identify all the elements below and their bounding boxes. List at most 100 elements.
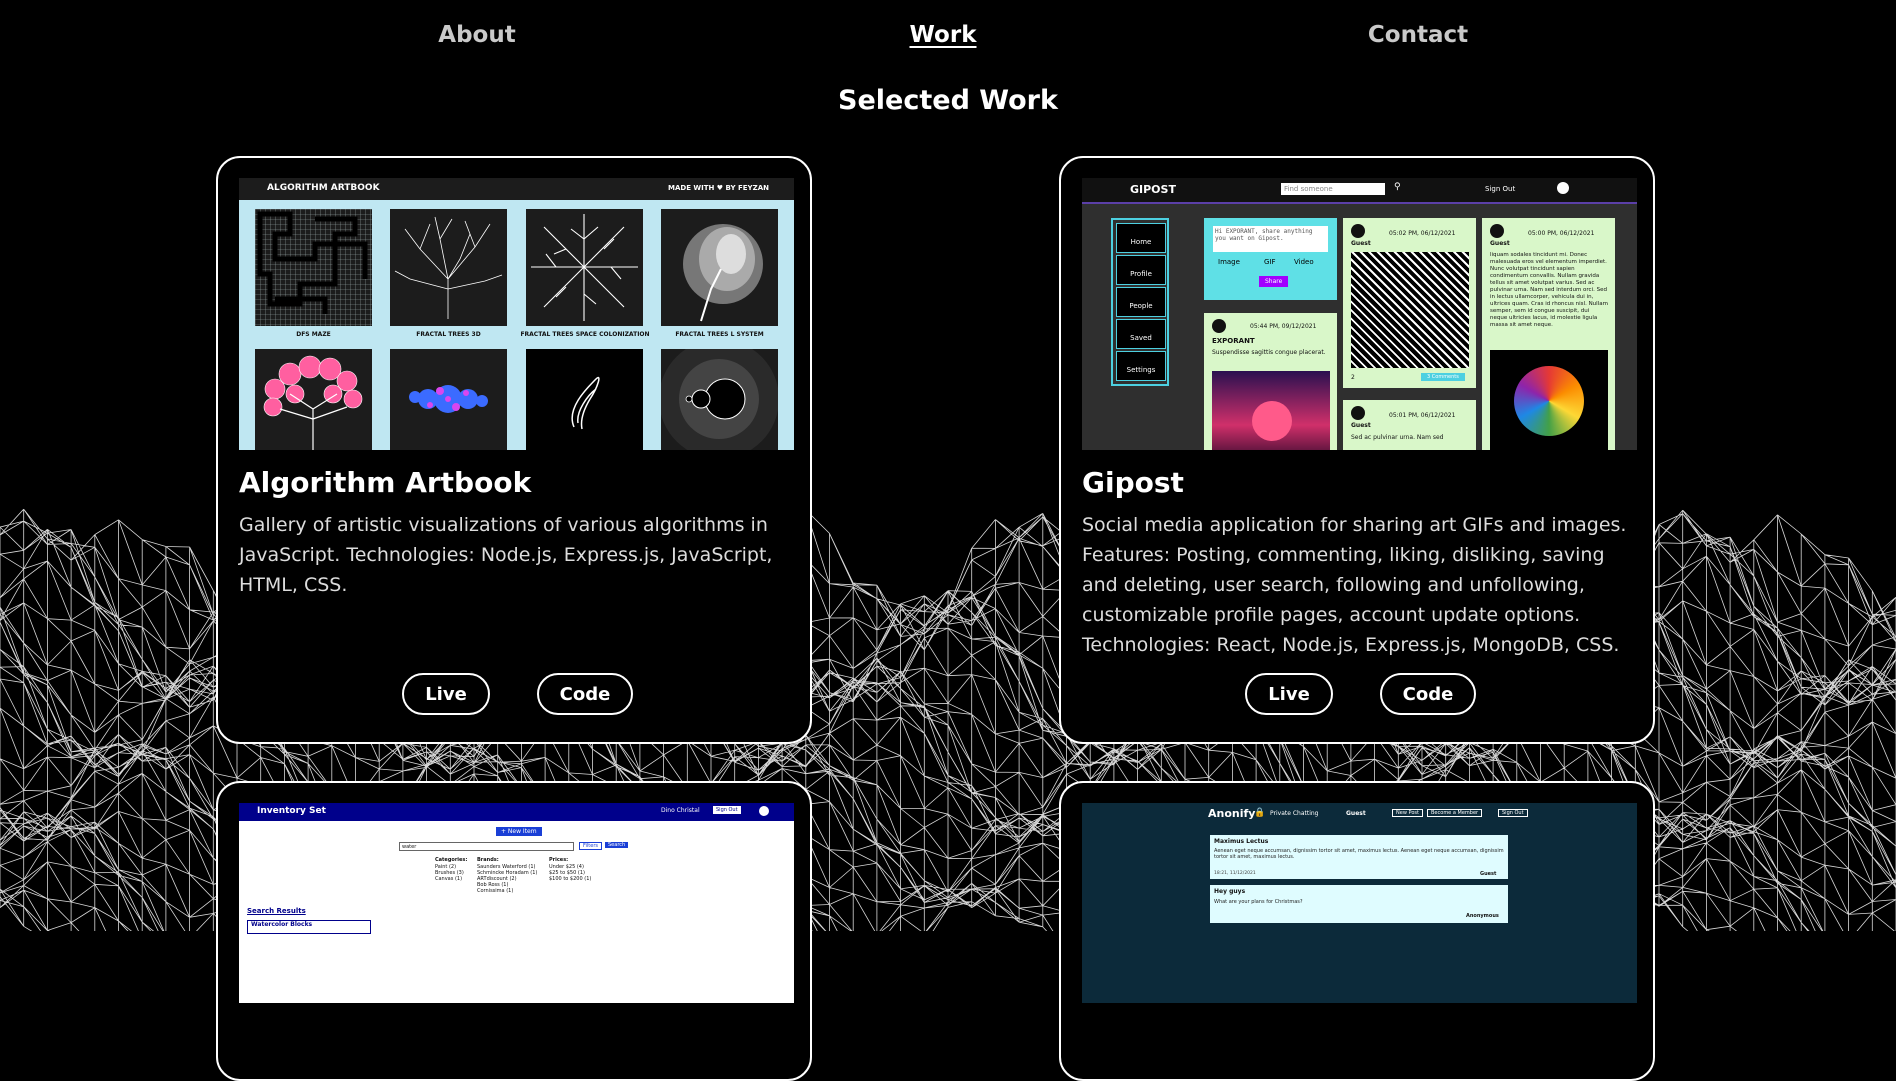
tile-fractal-trees-l-system [661,209,778,326]
avatar [1212,319,1226,333]
code-button[interactable]: Code [537,673,633,715]
screenshot-nav-button: Become a Member [1427,809,1483,817]
tile-dfs-maze [255,209,372,326]
l-system-art [683,224,763,322]
screenshot-brand: Inventory Set [257,806,326,816]
project-description: Social media application for sharing art… [1082,514,1627,656]
post-image [1212,371,1330,450]
menu-item: Saved [1116,319,1166,349]
tile-fractal-trees-space-colonization [526,209,643,326]
screenshot-composer: Hi EXPORANT, share anything you want on … [1204,218,1337,300]
menu-item: Settings [1116,351,1166,381]
results-title: Search Results [247,907,306,915]
like-count: 2 [1351,374,1355,381]
screenshot-sidebar: Home Profile People Saved Settings [1111,218,1169,386]
nav-link-contact[interactable]: Contact [1368,22,1468,48]
comments-button: 3 Comments [1421,373,1465,381]
message-title: Maximus Lectus [1214,838,1269,845]
sunset-sun [1252,401,1292,441]
live-button[interactable]: Live [1245,673,1333,715]
screenshot-header: GIPOST Find someone ⚲ Sign Out [1082,178,1637,204]
screenshot-sign-out: Sign Out [713,806,741,814]
post-user: Guest [1351,240,1371,247]
screenshot-nav-button: Sign Out [1498,809,1528,817]
github-icon [759,806,769,816]
space-colonization-art [531,214,638,321]
avatar [1490,224,1504,238]
main-nav: About Work Contact [0,22,1896,62]
tile-label: DFS MAZE [296,331,331,338]
message-time: 18:21, 11/12/2021 [1214,871,1256,876]
post-time: 05:01 PM, 06/12/2021 [1389,412,1456,419]
screenshot-message: Maximus Lectus Aenean eget neque accumsa… [1210,835,1508,879]
screenshot-post: Guest 05:02 PM, 06/12/2021 2 3 Comments [1343,218,1476,388]
screenshot-brand: GIPOST [1130,183,1176,196]
menu-item: Home [1116,223,1166,253]
tile-dragon-curve [390,349,507,450]
code-button[interactable]: Code [1380,673,1476,715]
post-user: Guest [1490,240,1510,247]
composer-text: Hi EXPORANT, share anything you want on … [1213,226,1328,252]
nav-link-about[interactable]: About [438,22,515,48]
screenshot-user: Guest [1346,810,1366,817]
project-screenshot: Anonify 🔒 Private Chatting Guest New Pos… [1082,803,1637,1003]
post-text: Sed ac pulvinar urna. Nam sed [1351,434,1444,441]
maze-art [255,209,372,326]
price-option: $100 to $200 (1) [549,876,592,882]
screenshot-message: Hey guys What are your plans for Christm… [1210,885,1508,923]
post-time: 05:00 PM, 06/12/2021 [1528,230,1595,237]
github-icon [1557,182,1569,194]
tile-pink-tree [255,349,372,450]
search-button: Search [605,842,629,848]
message-title: Hey guys [1214,888,1246,895]
brands-title: Brands: [477,857,499,863]
project-title: Algorithm Artbook [239,466,532,499]
screenshot-search-input: Find someone [1281,183,1385,195]
tile-label: FRACTAL TREES 3D [416,331,481,338]
tile-fractal-trees-3d [390,209,507,326]
new-item-button: + New Item [496,827,542,836]
avatar [1351,406,1365,420]
prices-title: Prices: [549,857,569,863]
brand-option: Cornissima (1) [477,888,514,894]
screenshot-header: ALGORITHM ARTBOOK MADE WITH ♥ BY FEYZAN [239,178,794,200]
category-option: Canvas (1) [435,876,463,882]
menu-item: Profile [1116,255,1166,285]
project-title: Gipost [1082,466,1184,499]
screenshot-made-with: MADE WITH ♥ BY FEYZAN [668,184,769,192]
screenshot-sign-out: Sign Out [1485,185,1516,193]
screenshot-search-input: water [399,842,574,851]
tile-label: FRACTAL TREES L SYSTEM [675,331,764,338]
composer-share-button: Share [1259,276,1289,287]
result-item: Watercolor Blocks [247,920,371,934]
message-body: What are your plans for Christmas? [1214,899,1303,905]
live-button[interactable]: Live [402,673,490,715]
post-image [1490,350,1608,450]
screenshot-header: Inventory Set Dino Christal Sign Out [239,803,794,821]
screenshot-post: Guest 05:01 PM, 06/12/2021 Sed ac pulvin… [1343,400,1476,450]
flow-art [571,376,600,430]
post-image [1351,252,1469,368]
composer-tab: Video [1294,258,1314,266]
tile-flow-art [526,349,643,450]
post-time: 05:44 PM, 09/12/2021 [1250,323,1317,330]
tile-label: FRACTAL TREES SPACE COLONIZATION [520,331,650,338]
filters-button: Filters [579,842,602,850]
nav-link-work[interactable]: Work [910,22,977,48]
composer-tab: Image [1218,258,1240,266]
project-card-algorithm-artbook: ALGORITHM ARTBOOK MADE WITH ♥ BY FEYZAN [216,156,812,744]
project-card-anonify: Anonify 🔒 Private Chatting Guest New Pos… [1059,781,1655,1081]
message-body: Aenean eget neque accumsan, dignissim to… [1214,848,1504,860]
project-screenshot: GIPOST Find someone ⚲ Sign Out Home Prof… [1082,178,1637,450]
rainbow-sphere [1514,366,1584,436]
screenshot-user: Dino Christal [661,807,700,814]
composer-tab: GIF [1264,258,1276,266]
pink-tree-art [263,355,363,450]
screenshot-brand: Anonify [1208,807,1256,820]
screenshot-brand: ALGORITHM ARTBOOK [267,183,380,193]
screenshot-post: 05:44 PM, 09/12/2021 EXPORANT Suspendiss… [1204,313,1337,450]
search-icon: ⚲ [1394,182,1401,192]
avatar [1351,224,1365,238]
post-user: EXPORANT [1212,337,1255,345]
project-description: Gallery of artistic visualizations of va… [239,514,773,596]
